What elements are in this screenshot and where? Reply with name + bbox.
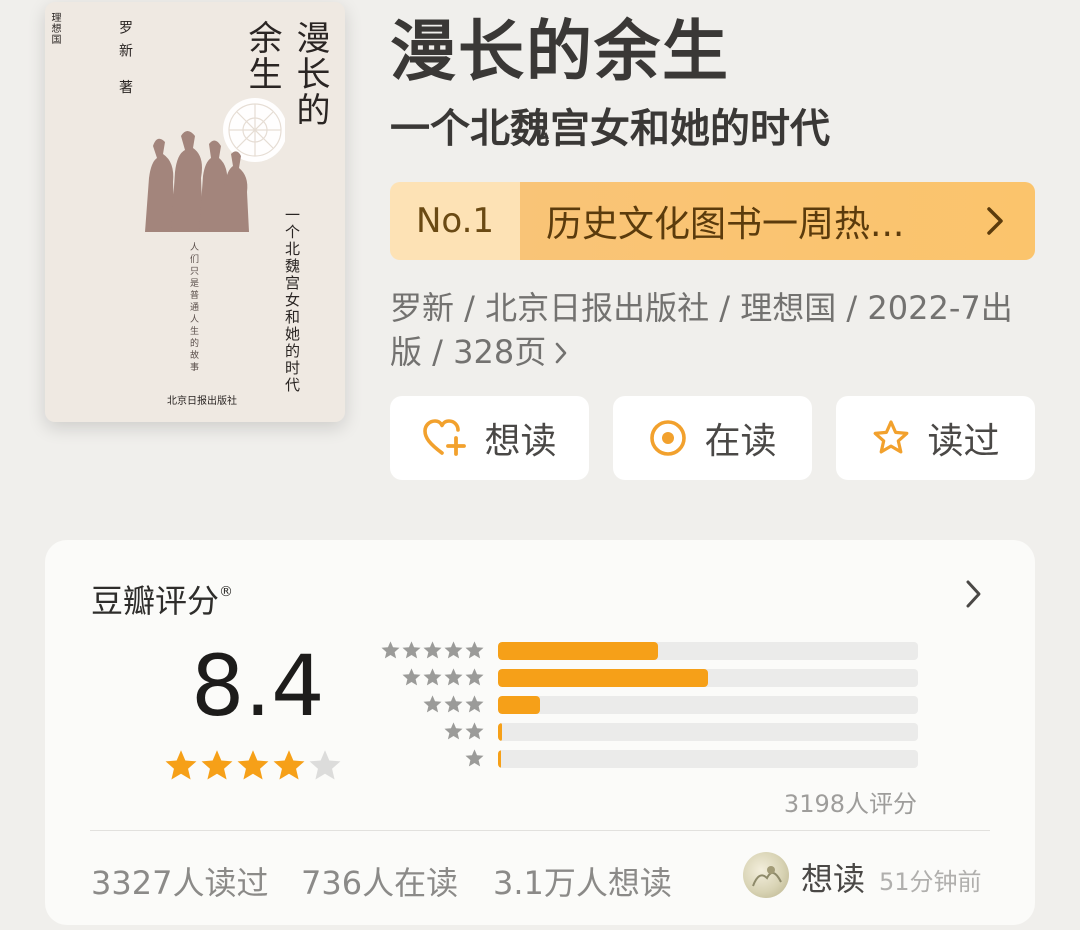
- star-icon: [465, 749, 484, 767]
- score-stars: [163, 748, 343, 784]
- distribution-bar-track: [498, 750, 918, 768]
- chevron-right-icon: [555, 342, 567, 364]
- rating-heading-text: 豆瓣评分: [91, 582, 220, 620]
- want-to-read-button[interactable]: 想读: [390, 396, 589, 480]
- have-read-button[interactable]: 读过: [836, 396, 1035, 480]
- distribution-bar-track: [498, 642, 918, 660]
- book-cover[interactable]: 理想国 罗新 著 余生 漫长的 一个北魏宫女和她的时代 人们只是普通人生的故事 …: [45, 2, 345, 422]
- read-count[interactable]: 3327人读过: [91, 858, 268, 904]
- cover-title-right: 漫长的: [290, 20, 330, 128]
- book-meta-text: 罗新 / 北京日报出版社 / 理想国 / 2022-7出版 / 328页: [390, 289, 1013, 371]
- star-icon: [423, 695, 442, 713]
- star-icon: [465, 695, 484, 713]
- cover-title-left: 余生: [242, 20, 282, 92]
- star-icon: [465, 668, 484, 686]
- star-filled-icon: [273, 750, 305, 780]
- distribution-bar-track: [498, 669, 918, 687]
- rating-score: 8.4: [191, 637, 325, 735]
- reading-count[interactable]: 736人在读: [301, 858, 458, 904]
- want-to-read-label: 想读: [484, 421, 557, 462]
- registered-mark: ®: [219, 584, 234, 600]
- cover-illustration: [145, 98, 285, 232]
- distribution-bar-fill: [498, 642, 658, 660]
- star-icon: [402, 641, 421, 659]
- star-icon: [444, 722, 463, 740]
- cover-author: 罗新 著: [117, 20, 133, 103]
- star-outline-icon: [874, 420, 909, 454]
- heart-plus-icon: [423, 419, 467, 456]
- rank-number: No.1: [390, 182, 520, 260]
- recent-activity-label: 想读: [801, 860, 866, 898]
- rank-text-container: 历史文化图书一周热...: [520, 182, 1035, 260]
- cover-subtitle: 一个北魏宫女和她的时代: [283, 207, 301, 394]
- star-icon: [423, 641, 442, 659]
- star-icon: [465, 641, 484, 659]
- distribution-stars-1: [375, 748, 485, 770]
- star-filled-icon: [165, 750, 197, 780]
- cover-publisher-tag: 理想国: [49, 12, 60, 45]
- cover-publisher: 北京日报出版社: [167, 396, 237, 407]
- rank-banner[interactable]: No.1 历史文化图书一周热...: [390, 182, 1035, 260]
- rating-card: 豆瓣评分® 8.4 3198人评分 3327人读过 736人在读 3.1万人想读…: [45, 540, 1035, 925]
- book-meta[interactable]: 罗新 / 北京日报出版社 / 理想国 / 2022-7出版 / 328页: [390, 286, 1040, 374]
- star-icon: [444, 695, 463, 713]
- rank-text: 历史文化图书一周热...: [546, 204, 905, 245]
- star-filled-icon: [237, 750, 269, 780]
- avatar-image: [752, 866, 782, 887]
- distribution-stars-5: [375, 640, 485, 662]
- distribution-bar-track: [498, 723, 918, 741]
- target-circle-icon: [650, 420, 687, 456]
- divider: [90, 830, 990, 831]
- cover-quote: 人们只是普通人生的故事: [188, 242, 198, 374]
- distribution-bar-fill: [498, 750, 501, 768]
- distribution-bar-fill: [498, 669, 708, 687]
- star-icon: [423, 668, 442, 686]
- star-icon: [381, 641, 400, 659]
- star-icon: [402, 668, 421, 686]
- star-icon: [444, 641, 463, 659]
- distribution-stars-3: [375, 694, 485, 716]
- rating-count: 3198人评分: [783, 790, 917, 818]
- distribution-bar-track: [498, 696, 918, 714]
- distribution-stars-4: [375, 667, 485, 689]
- book-title: 漫长的余生: [390, 13, 730, 90]
- distribution-stars-2: [375, 721, 485, 743]
- star-icon: [465, 722, 484, 740]
- reading-button[interactable]: 在读: [613, 396, 812, 480]
- book-subtitle: 一个北魏宫女和她的时代: [390, 106, 830, 152]
- recent-activity-time: 51分钟前: [879, 868, 982, 896]
- have-read-label: 读过: [927, 421, 1000, 462]
- rating-heading: 豆瓣评分®: [91, 576, 233, 622]
- distribution-bar-fill: [498, 723, 503, 741]
- star-icon: [444, 668, 463, 686]
- star-empty-icon: [309, 750, 341, 780]
- want-count[interactable]: 3.1万人想读: [493, 858, 672, 904]
- avatar[interactable]: [743, 852, 789, 898]
- distribution-bar-fill: [498, 696, 540, 714]
- star-filled-icon: [201, 750, 233, 780]
- chevron-right-icon[interactable]: [963, 578, 985, 610]
- reading-label: 在读: [704, 421, 777, 462]
- chevron-right-icon: [987, 207, 1003, 235]
